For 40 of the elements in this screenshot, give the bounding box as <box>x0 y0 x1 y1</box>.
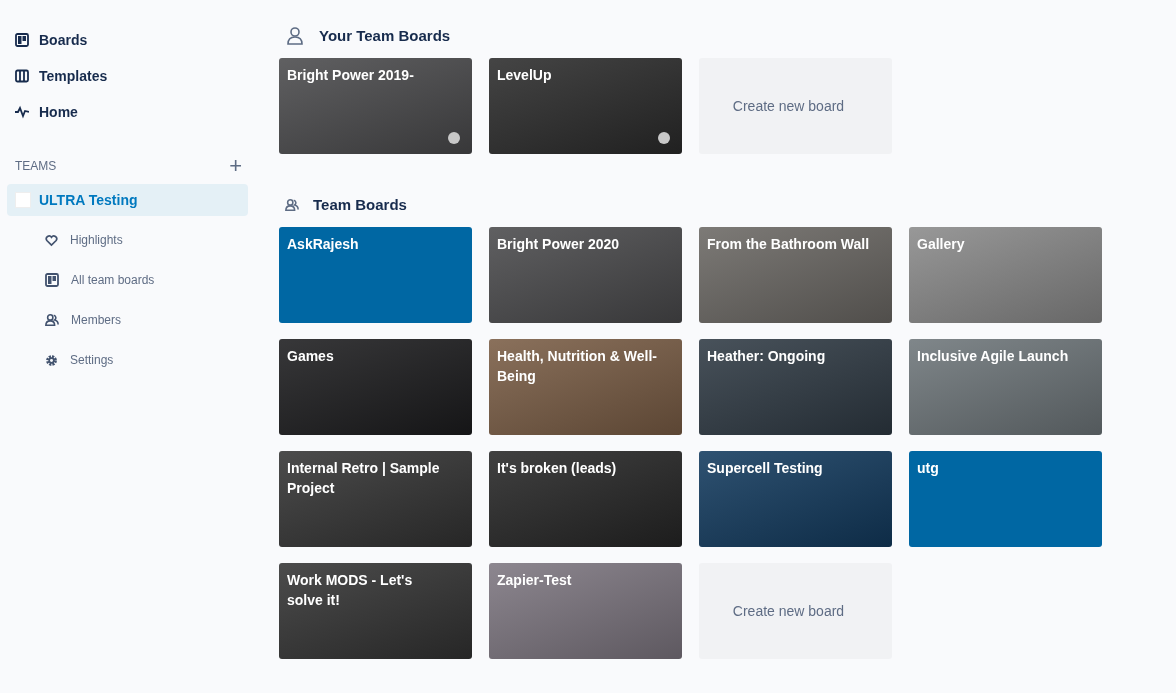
team-menu-item[interactable]: Members <box>7 300 248 340</box>
columns-icon <box>15 69 29 83</box>
team-logo <box>15 192 31 208</box>
board-tile[interactable]: utg <box>909 451 1102 547</box>
board-icon <box>45 273 59 287</box>
board-tile[interactable]: LevelUp <box>489 58 682 154</box>
create-board-button[interactable]: Create new board <box>699 58 892 154</box>
board-tile[interactable]: Health, Nutrition & Well-Being <box>489 339 682 435</box>
add-team-button[interactable]: + <box>225 155 246 177</box>
board-tile[interactable]: Bright Power 2019- <box>279 58 472 154</box>
nav-link-item[interactable]: Boards <box>7 22 248 58</box>
board-tile[interactable]: Games <box>279 339 472 435</box>
board-tile[interactable]: Bright Power 2020 <box>489 227 682 323</box>
teams-heading: TEAMS <box>15 158 57 175</box>
section-title: Team Boards <box>313 194 407 215</box>
heart-icon <box>45 233 58 247</box>
board-tile[interactable]: Gallery <box>909 227 1102 323</box>
board-icon <box>15 33 29 47</box>
board-tile[interactable]: Supercell Testing <box>699 451 892 547</box>
board-tile[interactable]: From the Bathroom Wall <box>699 227 892 323</box>
team-item[interactable]: ULTRA Testing <box>7 184 248 216</box>
section-title: Your Team Boards <box>319 25 451 46</box>
pulse-icon <box>15 105 29 119</box>
team-menu-item[interactable]: All team boards <box>7 260 248 300</box>
board-tile[interactable]: Inclusive Agile Launch <box>909 339 1102 435</box>
nav-link-item[interactable]: Home <box>7 94 248 130</box>
team-menu-item[interactable]: Highlights <box>7 220 248 260</box>
people-icon <box>45 313 59 327</box>
board-tile[interactable]: Heather: Ongoing <box>699 339 892 435</box>
team-menu-item[interactable]: Settings <box>7 340 248 380</box>
person-icon <box>285 26 305 46</box>
nav-link-item[interactable]: Templates <box>7 58 248 94</box>
board-tile[interactable]: Internal Retro | Sample Project <box>279 451 472 547</box>
board-tile[interactable]: Work MODS - Let's solve it! <box>279 563 472 659</box>
board-tile[interactable]: AskRajesh <box>279 227 472 323</box>
people-icon <box>285 198 299 212</box>
board-tile[interactable]: Zapier-Test <box>489 563 682 659</box>
settings-icon <box>45 353 58 367</box>
create-board-button[interactable]: Create new board <box>699 563 892 659</box>
board-tile[interactable]: It's broken (leads) <box>489 451 682 547</box>
